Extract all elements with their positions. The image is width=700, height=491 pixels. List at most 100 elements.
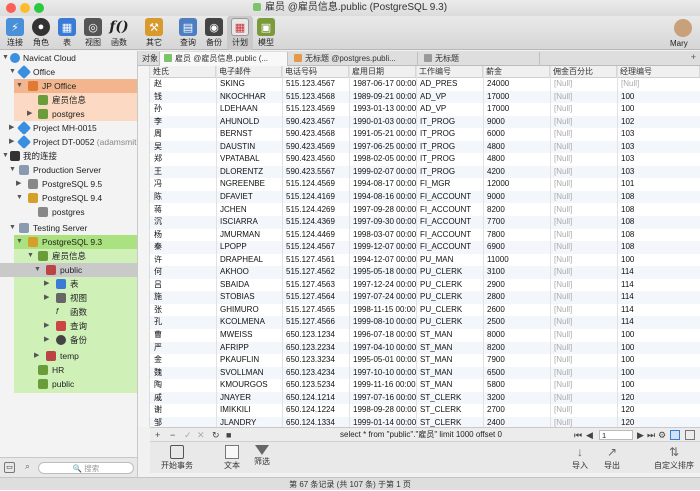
table-cell[interactable]: DFAVIET — [216, 191, 282, 204]
table-cell[interactable]: KCOLMENA — [216, 316, 282, 329]
prev-page-icon[interactable]: ◀ — [586, 429, 593, 441]
table-cell[interactable]: 沉 — [150, 216, 216, 229]
table-cell[interactable]: 杨 — [150, 229, 216, 242]
table-cell[interactable]: 1999-12-07 00:00 — [349, 241, 416, 254]
table-cell[interactable]: PU_CLERK — [416, 266, 483, 279]
table-cell[interactable]: [Null] — [550, 116, 617, 129]
apply-icon[interactable]: ✓ — [184, 429, 192, 441]
table-cell[interactable]: 曹 — [150, 329, 216, 342]
table-cell[interactable]: SBAIDA — [216, 279, 282, 292]
custom-sort-button[interactable]: ⇅ 自定义排序 — [652, 443, 696, 471]
table-cell[interactable]: 严 — [150, 342, 216, 355]
table-cell[interactable]: 邹 — [150, 417, 216, 427]
page-number-input[interactable]: 1 — [599, 430, 633, 440]
table-cell[interactable]: 515.127.4564 — [282, 291, 349, 304]
table-cell[interactable]: 何 — [150, 266, 216, 279]
table-cell[interactable]: 2400 — [483, 417, 550, 427]
table-cell[interactable]: ST_CLERK — [416, 417, 483, 427]
table-cell[interactable]: PU_CLERK — [416, 316, 483, 329]
table-cell[interactable]: KMOURGOS — [216, 379, 282, 392]
table-cell[interactable]: 陈 — [150, 191, 216, 204]
table-cell[interactable]: 100 — [617, 379, 700, 392]
table-cell[interactable]: 1989-09-21 00:00 — [349, 91, 416, 104]
tab-objects[interactable]: 对象 — [138, 52, 160, 66]
table-cell[interactable]: ISCIARRA — [216, 216, 282, 229]
table-cell[interactable]: AFRIPP — [216, 342, 282, 355]
table-cell[interactable]: 陶 — [150, 379, 216, 392]
table-cell[interactable]: [Null] — [550, 266, 617, 279]
table-cell[interactable]: 1999-02-07 00:00 — [349, 166, 416, 179]
begin-transaction-button[interactable]: 开始事务 — [160, 443, 194, 471]
sidebar-search-input[interactable]: 🔍 搜索 — [38, 462, 134, 474]
table-cell[interactable]: 1997-09-28 00:00 — [349, 204, 416, 217]
table-cell[interactable]: 赵 — [150, 78, 216, 91]
table-cell[interactable]: 吕 — [150, 279, 216, 292]
sidebar-item-office[interactable]: ▼ Office — [0, 64, 137, 80]
table-cell[interactable]: 515.123.4569 — [282, 103, 349, 116]
table-cell[interactable]: [Null] — [550, 91, 617, 104]
column-header[interactable]: 薪金 — [483, 66, 550, 78]
table-cell[interactable]: 8200 — [483, 342, 550, 355]
table-cell[interactable]: 孙 — [150, 103, 216, 116]
table-cell[interactable]: AD_VP — [416, 91, 483, 104]
toolbar-view-button[interactable]: ◎ 视图 — [80, 16, 106, 50]
table-cell[interactable]: 6900 — [483, 241, 550, 254]
table-cell[interactable]: IT_PROG — [416, 128, 483, 141]
table-cell[interactable]: JCHEN — [216, 204, 282, 217]
table-cell[interactable]: PU_CLERK — [416, 291, 483, 304]
add-tab-icon[interactable]: + — [691, 52, 696, 62]
table-cell[interactable]: [Null] — [550, 342, 617, 355]
avatar[interactable] — [674, 19, 692, 37]
table-cell[interactable]: IT_PROG — [416, 116, 483, 129]
toolbar-role-button[interactable]: ● 角色 — [28, 16, 54, 50]
table-cell[interactable]: 1999-08-10 00:00 — [349, 316, 416, 329]
table-cell[interactable]: PU_MAN — [416, 254, 483, 267]
sidebar-item-employee-info[interactable]: 雇员信息 — [0, 93, 137, 107]
column-header[interactable]: 电子邮件 — [216, 66, 282, 78]
table-cell[interactable]: 114 — [617, 291, 700, 304]
table-cell[interactable]: 108 — [617, 241, 700, 254]
table-cell[interactable]: 3200 — [483, 392, 550, 405]
table-cell[interactable]: 7800 — [483, 229, 550, 242]
table-cell[interactable]: 101 — [617, 178, 700, 191]
table-cell[interactable]: 590.423.4568 — [282, 128, 349, 141]
table-cell[interactable]: FI_ACCOUNT — [416, 229, 483, 242]
table-cell[interactable]: 103 — [617, 141, 700, 154]
table-cell[interactable]: ST_MAN — [416, 367, 483, 380]
table-cell[interactable]: 1994-08-16 00:00 — [349, 191, 416, 204]
toolbar-connection-button[interactable]: ⚡ 连接 — [2, 16, 28, 50]
table-cell[interactable]: 冯 — [150, 178, 216, 191]
table-cell[interactable]: ST_MAN — [416, 329, 483, 342]
table-cell[interactable]: 100 — [617, 254, 700, 267]
table-cell[interactable]: ST_MAN — [416, 379, 483, 392]
table-cell[interactable]: 2800 — [483, 291, 550, 304]
toolbar-table-button[interactable]: ▦ 表 — [54, 16, 80, 50]
sidebar-item-views[interactable]: ▶ 视图 — [0, 291, 137, 305]
table-cell[interactable]: 1997-07-24 00:00 — [349, 291, 416, 304]
toolbar-model-button[interactable]: ▣ 模型 — [253, 16, 279, 50]
sidebar-item-production-server[interactable]: ▼ Production Server — [0, 163, 137, 177]
table-cell[interactable]: [Null] — [550, 78, 617, 91]
toolbar-query-button[interactable]: ▤ 查询 — [175, 16, 201, 50]
table-cell[interactable]: 103 — [617, 153, 700, 166]
grid-view-icon[interactable] — [670, 430, 680, 440]
data-grid[interactable]: 姓氏 电子邮件 电话号码 雇用日期 工作编号 薪金 佣金百分比 经理编号 赵 SK… — [150, 66, 700, 427]
toolbar-backup-button[interactable]: ◉ 备份 — [201, 16, 227, 50]
table-cell[interactable]: 秦 — [150, 241, 216, 254]
table-cell[interactable]: DAUSTIN — [216, 141, 282, 154]
table-cell[interactable]: ST_MAN — [416, 354, 483, 367]
table-cell[interactable]: 100 — [617, 342, 700, 355]
table-cell[interactable]: 2700 — [483, 404, 550, 417]
table-cell[interactable]: 114 — [617, 266, 700, 279]
table-cell[interactable]: 650.123.2234 — [282, 342, 349, 355]
table-cell[interactable]: 1999-11-16 00:00 — [349, 379, 416, 392]
table-cell[interactable]: 1993-01-13 00:00 — [349, 103, 416, 116]
table-cell[interactable]: 1998-09-28 00:00 — [349, 404, 416, 417]
column-header[interactable]: 姓氏 — [150, 66, 216, 78]
table-cell[interactable]: 金 — [150, 354, 216, 367]
table-cell[interactable]: 李 — [150, 116, 216, 129]
table-cell[interactable]: 1998-03-07 00:00 — [349, 229, 416, 242]
table-cell[interactable]: PKAUFLIN — [216, 354, 282, 367]
table-cell[interactable]: 1998-02-05 00:00 — [349, 153, 416, 166]
table-cell[interactable]: 蒋 — [150, 204, 216, 217]
